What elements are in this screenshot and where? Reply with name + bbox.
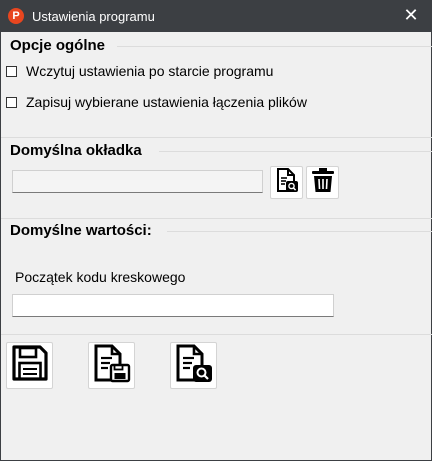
- save-settings-button[interactable]: [6, 342, 53, 389]
- document-search-icon: [275, 167, 299, 198]
- floppy-disk-icon: [11, 344, 49, 387]
- checkbox-box[interactable]: [6, 65, 17, 77]
- barcode-prefix-input[interactable]: [12, 294, 334, 317]
- barcode-prefix-label: Początek kodu kreskowego: [15, 269, 186, 285]
- close-button[interactable]: ✕: [389, 0, 432, 32]
- app-icon: P: [8, 8, 24, 24]
- general-options-title: Opcje ogólne: [10, 37, 106, 54]
- save-merge-settings-checkbox[interactable]: Zapisuj wybierane ustawienia łączenia pl…: [6, 94, 307, 110]
- separator: [1, 137, 432, 138]
- default-values-title: Domyślne wartości:: [10, 222, 152, 239]
- cover-path-input[interactable]: [12, 170, 263, 193]
- title-bar: P Ustawienia programu ✕: [1, 0, 432, 32]
- separator: [1, 334, 432, 335]
- checkbox-label: Wczytuj ustawienia po starcie programu: [26, 63, 274, 79]
- separator: [1, 218, 432, 219]
- browse-cover-button[interactable]: [270, 166, 303, 199]
- checkbox-box[interactable]: [6, 96, 17, 108]
- group-border: [159, 151, 432, 152]
- window-title: Ustawienia programu: [32, 9, 155, 24]
- group-border: [167, 231, 432, 232]
- close-icon: ✕: [403, 5, 419, 25]
- trash-icon: [310, 166, 336, 199]
- delete-cover-button[interactable]: [306, 166, 339, 199]
- settings-window: P Ustawienia programu ✕ Opcje ogólne Wcz…: [0, 0, 432, 461]
- save-settings-to-file-button[interactable]: [88, 342, 135, 389]
- default-cover-title: Domyślna okładka: [10, 142, 142, 159]
- load-settings-on-start-checkbox[interactable]: Wczytuj ustawienia po starcie programu: [6, 63, 273, 79]
- load-settings-from-file-button[interactable]: [170, 342, 217, 389]
- document-save-icon: [92, 343, 132, 388]
- document-search-icon: [174, 343, 214, 388]
- group-border: [117, 46, 432, 47]
- checkbox-label: Zapisuj wybierane ustawienia łączenia pl…: [26, 94, 307, 110]
